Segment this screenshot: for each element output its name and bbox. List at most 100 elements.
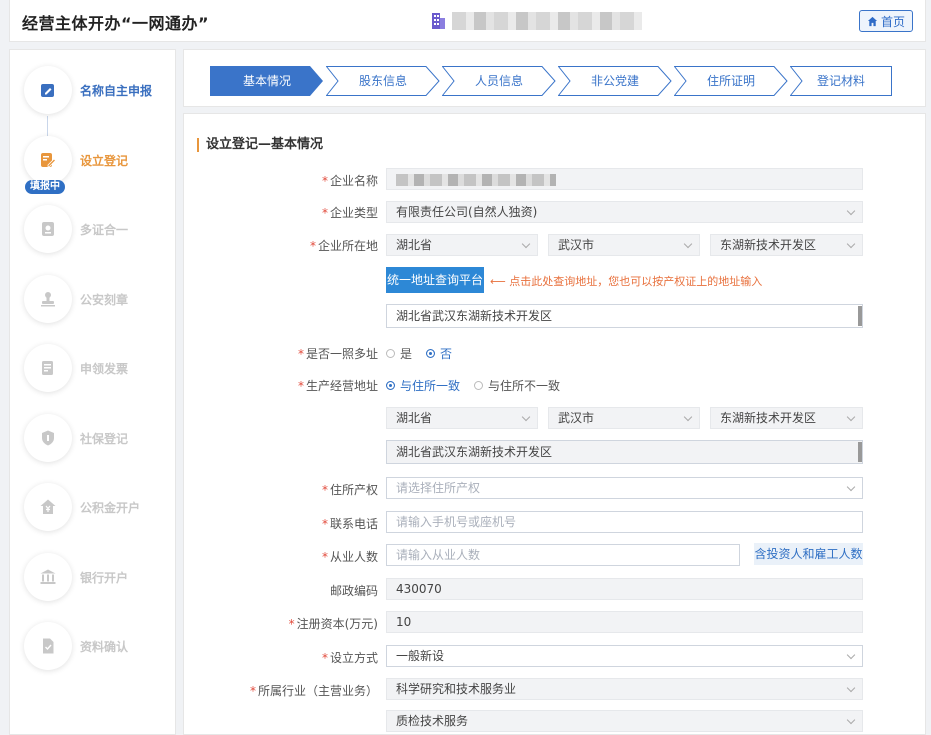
step-shareholder-info[interactable]: 股东信息: [326, 66, 440, 96]
step-label: 人员信息: [474, 74, 523, 88]
shield-icon: [42, 430, 54, 446]
setup-method-label: * 设立方式: [321, 651, 378, 665]
phone-label: * 联系电话: [321, 517, 378, 531]
step-party-building[interactable]: 非公党建: [558, 66, 672, 96]
sidebar-icon-circle: [24, 205, 72, 253]
sidebar-item-label: 银行开户: [80, 570, 129, 585]
business-address-detail-textarea[interactable]: 湖北省武汉东湖新技术开发区: [386, 440, 863, 464]
step-navigation: 基本情况 股东信息 人员信息 非公党建 住所证明 登记材料: [183, 49, 926, 107]
sidebar-item-invoice[interactable]: 申领发票: [24, 344, 174, 392]
multi-address-label: * 是否一照多址: [297, 347, 378, 361]
industry-sub-select[interactable]: 质检技术服务: [386, 710, 863, 732]
multi-address-yes-radio[interactable]: 是: [386, 345, 412, 362]
bank-icon: [40, 569, 56, 584]
step-registration-materials[interactable]: 登记材料: [790, 66, 892, 96]
form-panel: 设立登记—基本情况 * 企业名称 * 企业类型 有限责任公司(自然人独资) * 企业所…: [183, 113, 926, 735]
multi-address-radio-group: 是 否: [386, 345, 466, 362]
step-label: 登记材料: [816, 74, 865, 88]
sidebar-item-multi-certificate[interactable]: 多证合一: [24, 205, 174, 253]
district-select[interactable]: 东湖新技术开发区: [710, 234, 863, 256]
employees-label: * 从业人数: [321, 550, 378, 564]
pen-doc-icon: [41, 153, 57, 167]
employees-hint-button[interactable]: 含投资人和雇工人数: [754, 543, 863, 565]
sidebar-icon-circle: [24, 275, 72, 323]
sidebar-item-name-application[interactable]: 名称自主申报: [24, 66, 174, 114]
building-icon: [432, 13, 445, 29]
company-type-select[interactable]: 有限责任公司(自然人独资): [386, 201, 863, 223]
sidebar-icon-circle: [24, 622, 72, 670]
business-address-label: * 生产经营地址: [297, 379, 378, 393]
home-label: 首页: [880, 14, 905, 29]
sidebar-item-label: 名称自主申报: [80, 83, 153, 98]
step-label: 非公党建: [590, 74, 639, 88]
certificate-icon: [42, 222, 54, 236]
section-title: 设立登记—基本情况: [197, 138, 323, 152]
property-right-select[interactable]: 请选择住所产权: [386, 477, 863, 499]
address-detail-textarea[interactable]: 湖北省武汉东湖新技术开发区: [386, 304, 863, 328]
capital-input[interactable]: 10: [386, 611, 863, 633]
address-query-button[interactable]: 统一地址查询平台: [386, 267, 484, 293]
sidebar-item-label: 资料确认: [80, 639, 129, 654]
sidebar-item-label: 公积金开户: [80, 500, 141, 515]
edit-doc-icon: [41, 84, 54, 97]
step-basic-info[interactable]: 基本情况: [210, 66, 324, 96]
sidebar-item-establishment[interactable]: 填报中 设立登记: [24, 136, 174, 194]
step-label: 住所证明: [706, 74, 755, 88]
sidebar-item-label: 社保登记: [80, 431, 129, 446]
file-check-icon: [43, 638, 54, 654]
step-label: 基本情况: [242, 74, 291, 88]
arrow-left-icon: ⟵: [490, 275, 510, 288]
organization-name-redacted: [452, 12, 642, 30]
company-location-label: * 企业所在地: [309, 239, 378, 253]
sidebar-item-label: 申领发票: [80, 361, 129, 376]
sidebar-icon-circle: [24, 66, 72, 114]
business-address-different-radio[interactable]: 与住所不一致: [474, 377, 560, 394]
business-city-select[interactable]: 武汉市: [548, 407, 700, 429]
app-title: 经营主体开办“一网通办”: [22, 14, 210, 33]
sidebar-item-bank-account[interactable]: 银行开户: [24, 553, 174, 601]
sidebar-icon-circle: 填报中: [24, 136, 72, 194]
business-district-select[interactable]: 东湖新技术开发区: [710, 407, 863, 429]
process-sidebar: 名称自主申报 填报中 设立登记 多证合一 公安刻章 申领发票 社保登记 公积金开…: [9, 49, 176, 735]
sidebar-icon-circle: [24, 553, 72, 601]
industry-label: * 所属行业（主营业务）: [249, 684, 378, 698]
step-residence-proof[interactable]: 住所证明: [674, 66, 788, 96]
phone-input[interactable]: 请输入手机号或座机号: [386, 511, 863, 533]
property-right-label: * 住所产权: [321, 483, 378, 497]
province-select[interactable]: 湖北省: [386, 234, 538, 256]
sidebar-icon-circle: [24, 344, 72, 392]
step-personnel-info[interactable]: 人员信息: [442, 66, 556, 96]
sidebar-item-social-security[interactable]: 社保登记: [24, 414, 174, 462]
company-name-input[interactable]: [386, 168, 863, 190]
capital-label: * 注册资本(万元): [288, 617, 378, 631]
address-query-hint: ⟵ 点击此处查询地址，您也可以按产权证上的地址输入: [490, 275, 763, 288]
top-header: 经营主体开办“一网通办” 首页: [9, 0, 926, 42]
house-yen-icon: [40, 499, 56, 514]
stamp-icon: [41, 292, 55, 307]
sidebar-item-label: 多证合一: [80, 222, 129, 237]
sidebar-item-housing-fund[interactable]: 公积金开户: [24, 483, 174, 531]
sidebar-item-label: 设立登记: [80, 153, 129, 168]
sidebar-item-material-confirm[interactable]: 资料确认: [24, 622, 174, 670]
sidebar-item-police-seal[interactable]: 公安刻章: [24, 275, 174, 323]
company-type-label: * 企业类型: [321, 206, 378, 220]
home-button[interactable]: 首页: [858, 10, 913, 32]
filling-status-badge: 填报中: [25, 180, 65, 194]
employees-input[interactable]: 请输入从业人数: [386, 544, 740, 566]
step-label: 股东信息: [358, 74, 407, 88]
business-province-select[interactable]: 湖北省: [386, 407, 538, 429]
postal-code-input[interactable]: 430070: [386, 578, 863, 600]
company-name-label: * 企业名称: [321, 174, 378, 188]
industry-select[interactable]: 科学研究和技术服务业: [386, 678, 863, 700]
business-address-radio-group: 与住所一致 与住所不一致: [386, 377, 574, 394]
business-address-same-radio[interactable]: 与住所一致: [386, 377, 460, 394]
multi-address-no-radio[interactable]: 否: [426, 345, 452, 362]
city-select[interactable]: 武汉市: [548, 234, 700, 256]
sidebar-item-label: 公安刻章: [80, 292, 129, 307]
sidebar-icon-circle: [24, 414, 72, 462]
sidebar-icon-circle: [24, 483, 72, 531]
postal-code-label: 邮政编码: [329, 584, 378, 598]
setup-method-select[interactable]: 一般新设: [386, 645, 863, 667]
home-icon: [867, 16, 878, 26]
invoice-icon: [42, 361, 53, 375]
